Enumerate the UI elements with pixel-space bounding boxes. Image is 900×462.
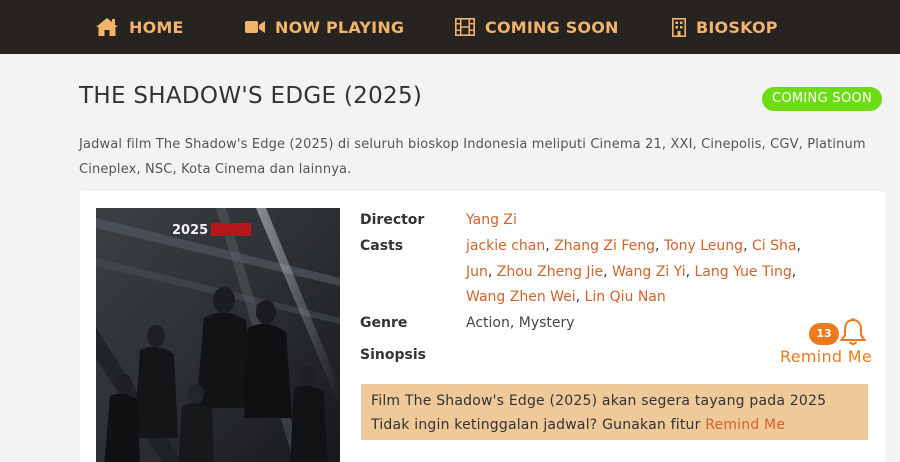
cast-link[interactable]: Wang Zi Yi: [612, 264, 686, 280]
remind-me-button[interactable]: 13 Remind Me: [778, 316, 878, 368]
poster-artwork: 2025: [96, 208, 340, 462]
cast-link[interactable]: Zhang Zi Feng: [554, 238, 655, 254]
casts-label: Casts: [360, 238, 404, 254]
cast-link[interactable]: jackie chan: [466, 238, 545, 254]
remind-count-badge: 13: [809, 323, 839, 345]
status-badge: COMING SOON: [762, 87, 883, 111]
genre-label: Genre: [360, 315, 408, 331]
bell-icon: [839, 318, 867, 345]
cast-link[interactable]: Ci Sha: [752, 238, 796, 254]
building-icon: [672, 17, 686, 37]
nav-item-label: BIOSKOP: [696, 17, 778, 37]
video-camera-icon: [245, 21, 265, 33]
cast-link[interactable]: Lin Qiu Nan: [585, 289, 666, 305]
director-label: Director: [360, 212, 425, 228]
cast-link[interactable]: Jun: [466, 264, 488, 280]
poster-year-text: 2025: [172, 223, 208, 238]
notice-line-2: Tidak ingin ketinggalan jadwal? Gunakan …: [371, 413, 858, 437]
genre-value: Action, Mystery: [466, 315, 575, 331]
top-navbar: HOME NOW PLAYING COMING SOON BIOSKOP: [0, 0, 900, 54]
nav-item-label: NOW PLAYING: [275, 17, 405, 37]
notice-remind-link[interactable]: Remind Me: [705, 417, 785, 433]
casts-list: jackie chan, Zhang Zi Feng, Tony Leung, …: [466, 238, 801, 305]
director-link[interactable]: Yang Zi: [466, 212, 517, 228]
cast-link[interactable]: Wang Zhen Wei: [466, 289, 576, 305]
cast-link[interactable]: Lang Yue Ting: [694, 264, 791, 280]
intro-text: Jadwal film The Shadow's Edge (2025) di …: [79, 137, 866, 177]
notice-line-1: Film The Shadow's Edge (2025) akan seger…: [371, 393, 827, 409]
nav-item-coming-soon[interactable]: COMING SOON: [455, 0, 619, 54]
remind-me-label: Remind Me: [780, 347, 873, 366]
cast-link[interactable]: Zhou Zheng Jie: [497, 264, 603, 280]
page-title: THE SHADOW'S EDGE (2025): [79, 83, 423, 109]
sinopsis-label: Sinopsis: [360, 347, 426, 363]
movie-poster[interactable]: 2025: [96, 208, 340, 462]
nav-item-home[interactable]: HOME: [95, 0, 184, 54]
nav-item-label: COMING SOON: [485, 17, 619, 37]
notice-line-2-text: Tidak ingin ketinggalan jadwal? Gunakan …: [371, 417, 706, 433]
release-notice: Film The Shadow's Edge (2025) akan seger…: [361, 384, 868, 440]
cast-link[interactable]: Tony Leung: [664, 238, 743, 254]
nav-item-bioskop[interactable]: BIOSKOP: [672, 0, 778, 54]
nav-item-label: HOME: [129, 17, 184, 37]
home-icon: [96, 18, 118, 36]
nav-item-now-playing[interactable]: NOW PLAYING: [245, 0, 404, 54]
film-icon: [455, 18, 475, 36]
